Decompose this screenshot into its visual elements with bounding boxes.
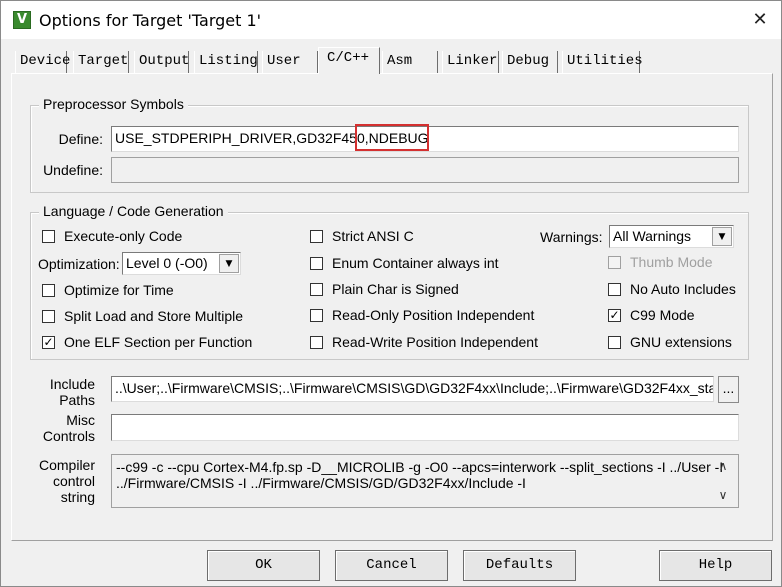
browse-include-button[interactable]: ... [718,376,739,403]
checkbox-box [310,230,323,243]
scroll-up-icon[interactable]: ∧ [713,459,733,477]
chevron-down-icon: ▼ [712,227,732,246]
checkbox-box [42,230,55,243]
cancel-button[interactable]: Cancel [335,550,448,581]
one-elf-label: One ELF Section per Function [64,334,253,350]
preprocessor-legend: Preprocessor Symbols [39,96,188,112]
compiler-control-line-2: ../Firmware/CMSIS -I ../Firmware/CMSIS/G… [116,475,526,491]
checkbox-box [310,257,323,270]
compiler-control-line-1: --c99 -c --cpu Cortex-M4.fp.sp -D__MICRO… [116,459,724,475]
tab-utilities[interactable]: Utilities [562,51,643,73]
strict-ansi-label: Strict ANSI C [332,228,414,244]
checkbox-box [42,284,55,297]
rw-pi-label: Read-Write Position Independent [332,334,538,350]
title-bar: V Options for Target 'Target 1' ✕ [1,1,781,39]
enum-container-label: Enum Container always int [332,255,499,271]
ok-button[interactable]: OK [207,550,320,581]
tab-debug[interactable]: Debug [502,51,558,73]
checkbox-box [608,336,621,349]
plain-char-label: Plain Char is Signed [332,281,459,297]
tab-user[interactable]: User [262,51,318,73]
optimization-select[interactable]: Level 0 (-O0) ▼ [122,252,241,275]
optimization-label: Optimization: [38,256,120,272]
scroll-down-icon[interactable]: ∨ [713,488,733,506]
execute-only-label: Execute-only Code [64,228,183,244]
checkbox-box [608,256,621,269]
ro-pi-label: Read-Only Position Independent [332,307,535,323]
include-label-1: Include [49,376,95,392]
no-auto-includes-label: No Auto Includes [630,281,736,297]
define-label: Define: [58,131,103,147]
tab-target[interactable]: Target [73,51,129,73]
checkmark-icon: ✓ [42,335,55,349]
window-title: Options for Target 'Target 1' [39,11,262,30]
warnings-label: Warnings: [540,229,603,245]
compiler-label-1: Compiler [38,457,95,473]
include-label-2: Paths [59,392,95,408]
checkbox-box [608,283,621,296]
checkbox-box [310,283,323,296]
optimization-value: Level 0 (-O0) [126,255,208,271]
tab-device[interactable]: Device [15,51,70,73]
chevron-down-icon: ▼ [219,254,239,273]
optimize-time-label: Optimize for Time [64,282,174,298]
tab-linker[interactable]: Linker [442,51,499,73]
options-dialog: V Options for Target 'Target 1' ✕ Device… [0,0,782,587]
warnings-select[interactable]: All Warnings ▼ [609,225,734,248]
codegen-legend: Language / Code Generation [39,203,228,219]
checkbox-box [310,309,323,322]
misc-controls-input[interactable] [111,414,739,441]
help-button[interactable]: Help [659,550,772,581]
compiler-label-3: string [60,489,95,505]
split-load-label: Split Load and Store Multiple [64,308,243,324]
checkbox-box [310,336,323,349]
compiler-label-2: control [52,473,95,489]
thumb-mode-label: Thumb Mode [630,254,713,270]
highlight-ndebug [355,124,429,151]
checkmark-icon: ✓ [608,308,621,322]
misc-label-1: Misc [66,412,95,428]
gnu-ext-label: GNU extensions [630,334,732,350]
keil-uvision-icon: V [13,11,31,29]
tab-output[interactable]: Output [134,51,189,73]
undefine-input[interactable] [111,157,739,183]
tab-listing[interactable]: Listing [194,51,258,73]
undefine-label: Undefine: [43,162,103,178]
checkbox-box [42,310,55,323]
c99-mode-label: C99 Mode [630,307,695,323]
close-button[interactable]: ✕ [743,6,777,34]
warnings-value: All Warnings [613,228,692,244]
defaults-button[interactable]: Defaults [463,550,576,581]
compiler-control-string: --c99 -c --cpu Cortex-M4.fp.sp -D__MICRO… [111,454,739,508]
include-paths-input[interactable]: ..\User;..\Firmware\CMSIS;..\Firmware\CM… [111,376,714,402]
tab-c-cpp[interactable]: C/C++ [318,47,380,74]
misc-label-2: Controls [42,428,95,444]
tab-asm[interactable]: Asm [382,51,438,73]
